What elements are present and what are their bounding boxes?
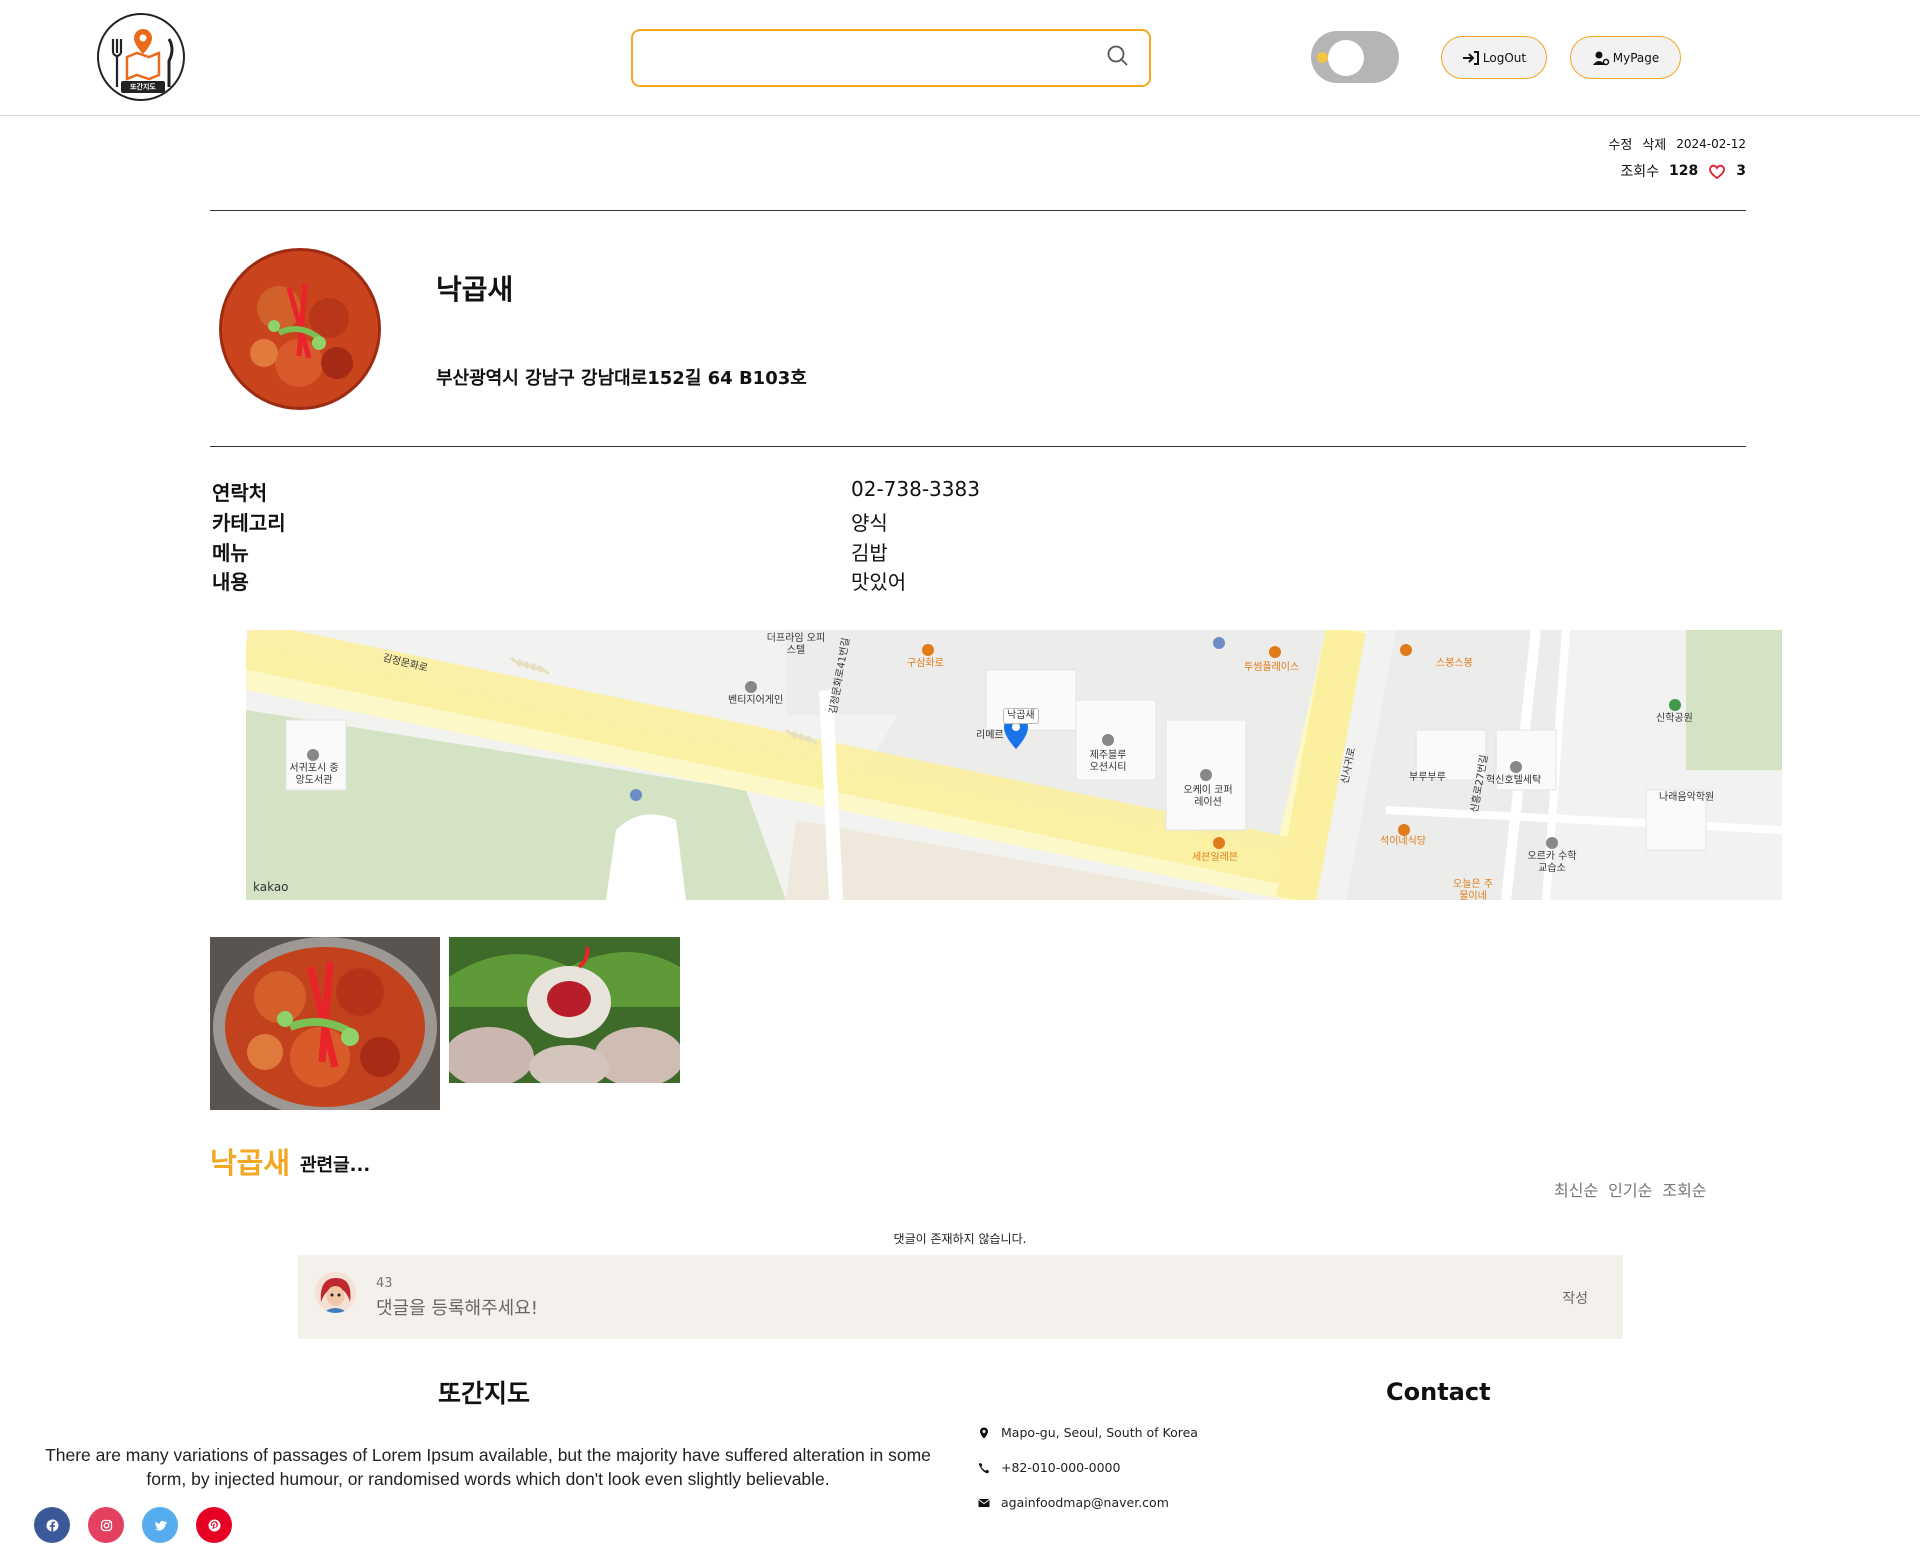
twitter-button[interactable] <box>142 1507 178 1543</box>
heart-icon[interactable] <box>1708 163 1726 180</box>
post-date: 2024-02-12 <box>1676 136 1746 151</box>
phone-icon <box>978 1462 990 1473</box>
related-suffix: 관련글... <box>300 1155 371 1176</box>
info-label-contact: 연락처 <box>212 481 268 505</box>
facebook-icon <box>46 1519 58 1532</box>
food-image <box>219 248 381 410</box>
map-label: 오케이 코퍼레이션 <box>1183 785 1233 808</box>
map-label: 석이네식당 <box>1380 836 1426 847</box>
map-label: 벤티지어게인 <box>728 695 784 706</box>
map-label: 세븐일레븐 <box>1192 852 1238 863</box>
search-icon[interactable] <box>1105 43 1131 69</box>
map-label: 나래음악학원 <box>1659 792 1715 803</box>
map-label: 제주블루 오션시티 <box>1089 750 1127 773</box>
contact-title: Contact <box>1386 1378 1491 1406</box>
empty-comments-message: 댓글이 존재하지 않습니다. <box>893 1232 1027 1246</box>
store-map[interactable]: 김정문화로 더프라임 오피스텔 벤티지어게인 구삼화로 리메르 제주블루 오션시… <box>246 630 1782 900</box>
views-count: 128 <box>1669 163 1699 179</box>
store-address: 부산광역시 강남구 강남대로152길 64 B103호 <box>436 368 807 389</box>
store-thumbnail <box>219 248 381 410</box>
search-bar <box>631 29 1151 87</box>
mypage-label: MyPage <box>1612 50 1660 65</box>
info-value-content: 맛있어 <box>851 570 907 594</box>
instagram-button[interactable] <box>88 1507 124 1543</box>
facebook-button[interactable] <box>34 1507 70 1543</box>
sort-views[interactable]: 조회순 <box>1662 1177 1706 1201</box>
logout-label: LogOut <box>1482 50 1527 65</box>
toggle-indicator <box>1317 52 1328 63</box>
contact-email-text[interactable]: againfoodmap@naver.com <box>1001 1495 1169 1510</box>
map-label: 오르카 수학교습소 <box>1527 851 1577 874</box>
map-label: 혁신호텔세탁 <box>1486 775 1542 786</box>
sort-options: 최신순 인기순 조회순 <box>1554 1177 1707 1201</box>
site-header: 또간지도 LogOut MyPage <box>0 0 1920 116</box>
map-label: 구삼화로 <box>907 658 944 669</box>
dark-mode-toggle[interactable] <box>1311 31 1399 83</box>
store-photo[interactable] <box>210 937 440 1110</box>
instagram-icon <box>100 1519 112 1531</box>
map-label: 리메르 <box>976 730 1004 741</box>
divider <box>210 210 1746 211</box>
location-icon <box>980 1427 988 1438</box>
search-input[interactable] <box>647 41 1087 75</box>
mypage-button[interactable]: MyPage <box>1570 36 1681 79</box>
comment-input[interactable] <box>376 1295 1476 1321</box>
map-marker-label[interactable]: 낙곱새 <box>1003 708 1039 724</box>
map-label: 오늘은 주물이네 <box>1453 879 1493 900</box>
map-label: 스봉스봉 <box>1436 658 1473 669</box>
store-name: 낙곱새 <box>436 273 514 306</box>
map-label: 서귀포시 중앙도서관 <box>289 763 339 786</box>
map-label: 더프라임 오피스텔 <box>766 633 826 656</box>
footer-description: There are many variations of passages of… <box>45 1445 931 1489</box>
site-logo[interactable]: 또간지도 <box>97 13 185 101</box>
info-value-menu: 김밥 <box>851 541 888 565</box>
related-keyword: 낙곱새 <box>210 1146 291 1180</box>
user-gear-icon <box>1592 51 1609 65</box>
sort-latest[interactable]: 최신순 <box>1554 1177 1598 1201</box>
logout-button[interactable]: LogOut <box>1441 36 1547 79</box>
info-label-menu: 메뉴 <box>212 541 249 565</box>
pinterest-button[interactable] <box>196 1507 232 1543</box>
map-attribution: kakao <box>253 880 289 894</box>
logo-text: 또간지도 <box>130 83 156 91</box>
contact-email: againfoodmap@naver.com <box>978 1495 1169 1510</box>
envelope-icon <box>978 1498 990 1507</box>
footer-brand: 또간지도 <box>438 1379 531 1408</box>
avatar-image <box>315 1272 356 1313</box>
comment-count: 43 <box>376 1276 393 1291</box>
store-photo[interactable] <box>449 937 680 1083</box>
info-value-contact: 02-738-3383 <box>851 477 980 501</box>
avatar <box>315 1272 356 1313</box>
info-label-content: 내용 <box>212 570 249 594</box>
comment-form: 43 작성 <box>298 1255 1623 1339</box>
info-label-category: 카테고리 <box>212 511 286 535</box>
contact-address: Mapo-gu, Seoul, South of Korea <box>978 1425 1198 1440</box>
comment-submit-button[interactable]: 작성 <box>1562 1288 1588 1308</box>
photo-image <box>210 937 440 1110</box>
map-label: 투썸플레이스 <box>1244 662 1300 673</box>
contact-phone-text: +82-010-000-0000 <box>1001 1460 1121 1475</box>
delete-button[interactable]: 삭제 <box>1642 134 1666 153</box>
map-label: 신학공원 <box>1656 713 1693 724</box>
logout-icon <box>1462 50 1479 65</box>
toggle-knob <box>1328 40 1364 76</box>
map-label: 부루부루 <box>1409 772 1446 783</box>
sort-popular[interactable]: 인기순 <box>1608 1177 1652 1201</box>
likes-count: 3 <box>1736 163 1746 179</box>
post-stats: 조회수 128 3 <box>1620 161 1746 181</box>
post-actions: 수정 삭제 2024-02-12 <box>1608 134 1746 154</box>
contact-phone: +82-010-000-0000 <box>978 1460 1120 1475</box>
twitter-icon <box>154 1520 167 1531</box>
photo-image <box>449 937 680 1083</box>
info-value-category: 양식 <box>851 511 888 535</box>
views-label: 조회수 <box>1620 164 1660 180</box>
edit-button[interactable]: 수정 <box>1608 134 1632 153</box>
pinterest-icon <box>208 1519 220 1531</box>
contact-address-text: Mapo-gu, Seoul, South of Korea <box>1001 1425 1198 1440</box>
divider <box>210 446 1746 447</box>
